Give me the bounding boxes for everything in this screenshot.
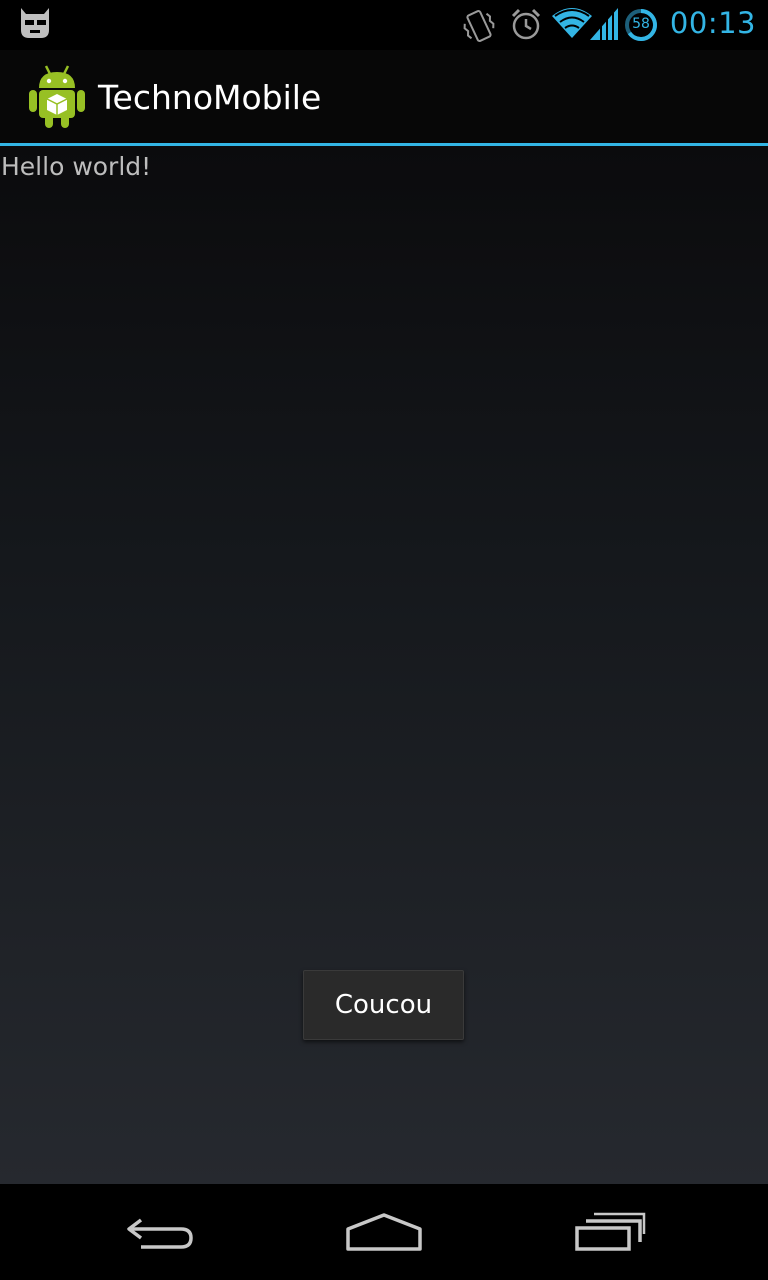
recent-apps-button[interactable]: [520, 1184, 700, 1280]
home-icon: [346, 1213, 422, 1251]
recent-apps-icon: [575, 1212, 646, 1251]
hello-text: Hello world!: [1, 152, 152, 181]
action-bar: TechnoMobile: [0, 50, 768, 143]
navigation-bar: [0, 1184, 768, 1280]
cyanogen-icon: [16, 6, 54, 45]
vibrate-icon: [462, 8, 496, 49]
home-button[interactable]: [294, 1184, 474, 1280]
android-app-icon[interactable]: [28, 64, 86, 135]
main-content: Hello world! Coucou: [0, 146, 768, 1184]
status-bar: 58 00:13: [0, 0, 768, 50]
back-button[interactable]: [70, 1184, 250, 1280]
back-icon: [127, 1218, 193, 1249]
alarm-icon: [510, 8, 542, 47]
battery-icon: 58: [624, 8, 658, 47]
signal-icon: [590, 8, 620, 45]
app-title: TechnoMobile: [98, 78, 322, 117]
toast-message: Coucou: [303, 970, 464, 1040]
battery-level: 58: [632, 16, 650, 32]
wifi-icon: [552, 6, 592, 45]
toast-text: Coucou: [334, 990, 433, 1020]
clock: 00:13: [669, 6, 756, 40]
